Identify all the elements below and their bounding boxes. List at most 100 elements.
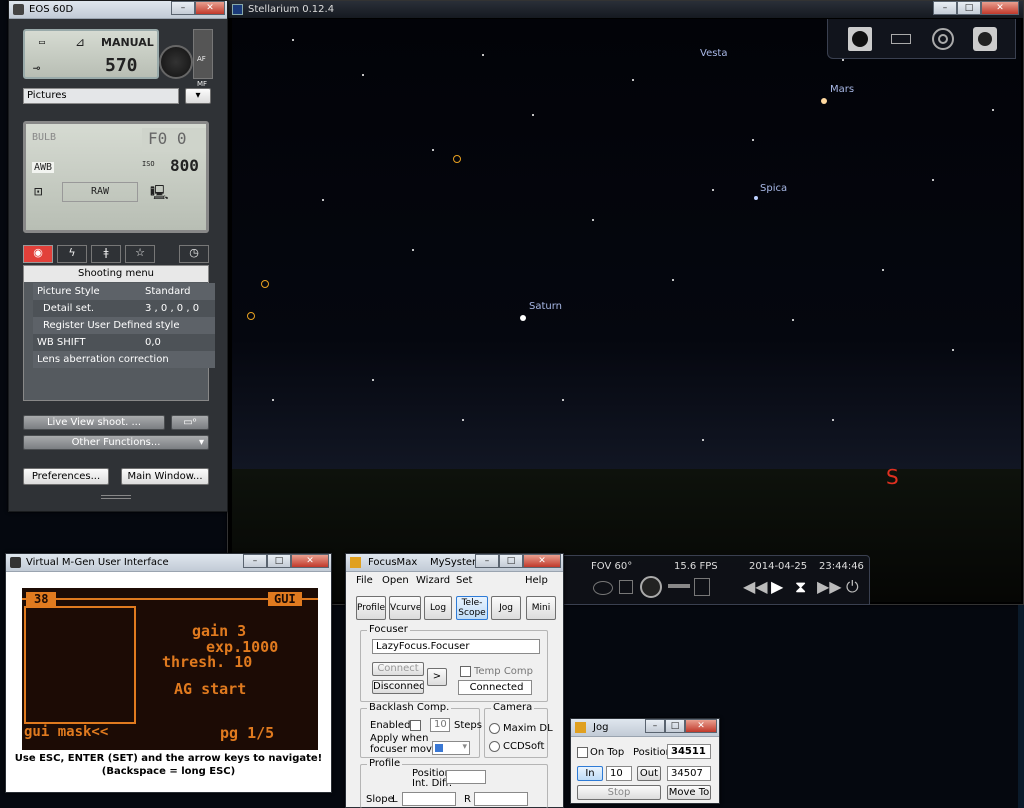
maximize-button[interactable]: □	[665, 719, 685, 733]
settings-icon[interactable]	[973, 27, 997, 51]
stop-button[interactable]: Stop	[577, 785, 661, 800]
menu-wizard[interactable]: Wizard	[416, 575, 450, 586]
menu-row-register-style[interactable]: Register User Defined style	[33, 317, 215, 334]
minimize-button[interactable]: –	[243, 554, 267, 568]
slope-l-field[interactable]	[402, 792, 456, 806]
saturn-planet[interactable]	[520, 315, 526, 321]
lcd-mask-frame	[24, 606, 136, 724]
menu-row-detail-set[interactable]: Detail set. 3 , 0 , 0 , 0	[33, 300, 215, 317]
menu-set[interactable]: Set	[456, 575, 472, 586]
telescope-icon[interactable]	[668, 584, 690, 588]
jog-in-button[interactable]: In	[577, 766, 603, 781]
tab-telescope[interactable]: Tele- Scope	[456, 596, 488, 620]
mars-label[interactable]: Mars	[830, 84, 854, 95]
close-button[interactable]: ✕	[195, 1, 225, 15]
night-mode-icon[interactable]	[640, 576, 662, 598]
constellation-icon[interactable]	[593, 581, 613, 595]
backlash-direction-select[interactable]: ▾	[432, 741, 470, 755]
close-button[interactable]: ✕	[523, 554, 561, 568]
spica-star[interactable]	[754, 196, 758, 200]
jog-step-field[interactable]: 10	[606, 766, 632, 781]
menu-row-picture-style[interactable]: Picture Style Standard	[33, 283, 215, 300]
close-button[interactable]: ✕	[291, 554, 329, 568]
awb-label[interactable]: AWB	[32, 162, 55, 173]
play-icon[interactable]: ▶	[771, 577, 783, 596]
fullscreen-icon[interactable]	[848, 27, 872, 51]
menu-file[interactable]: File	[356, 575, 373, 586]
main-window-button[interactable]: Main Window...	[121, 468, 209, 485]
tab-mymenu[interactable]: ☆	[125, 245, 155, 263]
tab-jog[interactable]: Jog	[491, 596, 521, 620]
target-icon[interactable]	[932, 28, 954, 50]
vesta-label[interactable]: Vesta	[700, 48, 727, 59]
forward-icon[interactable]: ▶▶	[817, 577, 842, 596]
backlash-enabled-checkbox[interactable]	[410, 720, 421, 731]
slope-r-field[interactable]	[474, 792, 528, 806]
tab-mini[interactable]: Mini	[526, 596, 556, 620]
spica-label[interactable]: Spica	[760, 183, 787, 194]
menu-help[interactable]: Help	[525, 575, 548, 586]
backlash-steps-field[interactable]: 10	[430, 718, 450, 732]
resize-grip[interactable]	[101, 495, 131, 499]
folder-menu-button[interactable]: ▾	[185, 88, 211, 104]
aperture-display[interactable]: F0 0	[142, 128, 206, 152]
movie-button[interactable]: ▭ᵒ	[171, 415, 209, 430]
maximize-button[interactable]: □	[267, 554, 291, 568]
minimize-button[interactable]: –	[933, 1, 957, 15]
metering-mode-icon[interactable]: ⊡	[34, 184, 42, 200]
close-button[interactable]: ✕	[685, 719, 717, 733]
minimize-button[interactable]: –	[475, 554, 499, 568]
image-quality-box[interactable]: RAW	[62, 182, 138, 202]
sky-view[interactable]: Vesta Mars Spica Saturn S	[232, 19, 1021, 602]
target-position-field[interactable]: 34507	[667, 766, 711, 781]
tab-tools[interactable]: ǂ	[91, 245, 121, 263]
disconnect-button[interactable]: Disconnect	[372, 680, 424, 694]
on-top-label: On Top	[590, 747, 625, 758]
mars-planet[interactable]	[821, 98, 827, 104]
chooser-arrow-button[interactable]: >	[427, 668, 447, 686]
menu-row-lens-aberration[interactable]: Lens aberration correction	[33, 351, 215, 368]
shutter-button[interactable]	[159, 45, 193, 79]
tab-profile[interactable]: Profile	[356, 596, 386, 620]
zoom-icon[interactable]	[619, 580, 633, 594]
focuser-name-field[interactable]: LazyFocus.Focuser	[372, 639, 540, 654]
now-icon[interactable]: ⧗	[795, 577, 806, 597]
on-top-checkbox[interactable]	[577, 747, 588, 758]
tab-vcurve[interactable]: Vcurve	[389, 596, 421, 620]
maxim-dl-radio[interactable]	[489, 723, 500, 734]
quit-icon[interactable]: ⏻	[846, 577, 859, 597]
window-mode-icon[interactable]	[891, 34, 911, 44]
other-functions-button[interactable]: Other Functions... ▾	[23, 435, 209, 450]
pc-camera-icon[interactable]: 🖳	[150, 182, 169, 206]
move-to-button[interactable]: Move To	[667, 785, 711, 800]
profile-position-field[interactable]	[446, 770, 486, 784]
tab-flash[interactable]: ϟ	[57, 245, 87, 263]
planet-marker-icon[interactable]	[453, 155, 461, 163]
planet-marker-icon[interactable]	[247, 312, 255, 320]
menu-row-wb-shift[interactable]: WB SHIFT 0,0	[33, 334, 215, 351]
rewind-icon[interactable]: ◀◀	[743, 577, 768, 596]
satellite-icon[interactable]	[694, 578, 710, 596]
tab-shooting[interactable]: ◉	[23, 245, 53, 263]
af-mf-switch[interactable]	[193, 29, 213, 79]
maximize-button[interactable]: □	[957, 1, 981, 15]
menu-open[interactable]: Open	[382, 575, 409, 586]
preferences-button[interactable]: Preferences...	[23, 468, 109, 485]
tab-log[interactable]: Log	[424, 596, 452, 620]
folder-field[interactable]: Pictures	[23, 88, 179, 104]
close-button[interactable]: ✕	[981, 1, 1019, 15]
planet-marker-icon[interactable]	[261, 280, 269, 288]
maximize-button[interactable]: □	[499, 554, 523, 568]
live-view-button[interactable]: Live View shoot. ...	[23, 415, 165, 430]
minimize-button[interactable]: –	[171, 1, 195, 15]
ccdsoft-radio[interactable]	[489, 741, 500, 752]
connect-button[interactable]: Connect	[372, 662, 424, 676]
mgen-lcd-screen[interactable]: 38 GUI gain 3 exp.1000 thresh. 10 AG sta…	[22, 588, 318, 750]
minimize-button[interactable]: –	[645, 719, 665, 733]
temp-comp-checkbox[interactable]	[460, 666, 471, 677]
jog-out-button[interactable]: Out	[637, 766, 661, 781]
saturn-label[interactable]: Saturn	[529, 301, 562, 312]
star	[362, 74, 364, 76]
iso-value[interactable]: 800	[170, 156, 199, 175]
timer-icon[interactable]: ◷	[179, 245, 209, 263]
